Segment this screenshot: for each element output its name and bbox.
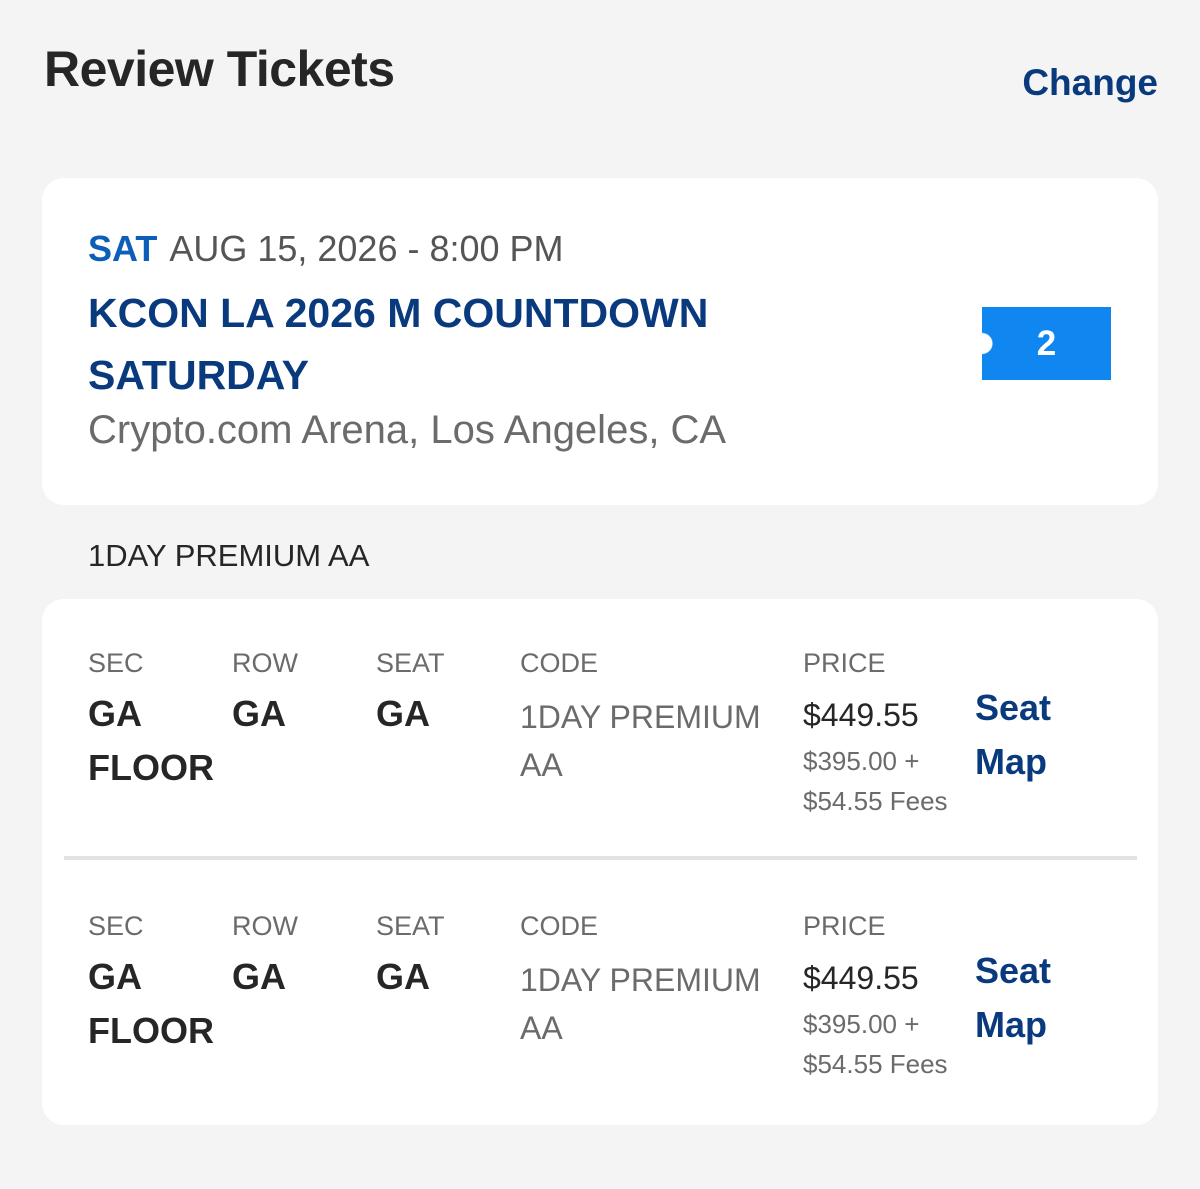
code-value: 1DAY PREMIUM AA	[520, 962, 761, 1046]
price-value: $449.55	[803, 960, 919, 996]
event-date: SAT AUG 15, 2026 - 8:00 PM	[88, 228, 564, 270]
change-button[interactable]: Change	[1022, 62, 1158, 104]
event-day: SAT	[88, 228, 158, 269]
code-label: CODE	[520, 911, 599, 941]
sec-value: GA FLOOR	[88, 693, 214, 788]
code-value: 1DAY PREMIUM AA	[520, 699, 761, 783]
ticket-row: SEC ROW SEAT CODE PRICE GA FLOOR GA GA 1…	[42, 862, 1158, 1122]
price-label: PRICE	[803, 911, 886, 941]
ticket-count-badge: 2	[982, 307, 1111, 380]
seat-map-link[interactable]: Seat Map	[975, 681, 1085, 789]
sec-label: SEC	[88, 648, 144, 678]
row-label: ROW	[232, 648, 298, 678]
row-value: GA	[232, 693, 286, 734]
price-breakdown: $395.00 + $54.55 Fees	[803, 746, 948, 816]
price-breakdown: $395.00 + $54.55 Fees	[803, 1009, 948, 1079]
price-label: PRICE	[803, 648, 886, 678]
event-card: SAT AUG 15, 2026 - 8:00 PM KCON LA 2026 M…	[42, 178, 1158, 505]
seat-value: GA	[376, 693, 430, 734]
price-value: $449.55	[803, 697, 919, 733]
page-title: Review Tickets	[44, 41, 395, 97]
ticket-row: SEC ROW SEAT CODE PRICE GA FLOOR GA GA 1…	[42, 599, 1158, 860]
code-label: CODE	[520, 648, 599, 678]
seat-map-link[interactable]: Seat Map	[975, 944, 1085, 1052]
event-date-time: AUG 15, 2026 - 8:00 PM	[169, 228, 564, 269]
row-divider	[64, 856, 1137, 860]
sec-value: GA FLOOR	[88, 956, 214, 1051]
row-value: GA	[232, 956, 286, 997]
seat-label: SEAT	[376, 648, 445, 678]
seat-label: SEAT	[376, 911, 445, 941]
tickets-card: SEC ROW SEAT CODE PRICE GA FLOOR GA GA 1…	[42, 599, 1158, 1125]
seat-value: GA	[376, 956, 430, 997]
ticket-type-label: 1DAY PREMIUM AA	[88, 538, 370, 573]
event-name: KCON LA 2026 M COUNTDOWN SATURDAY	[88, 290, 709, 398]
event-venue: Crypto.com Arena, Los Angeles, CA	[88, 408, 727, 452]
sec-label: SEC	[88, 911, 144, 941]
row-label: ROW	[232, 911, 298, 941]
